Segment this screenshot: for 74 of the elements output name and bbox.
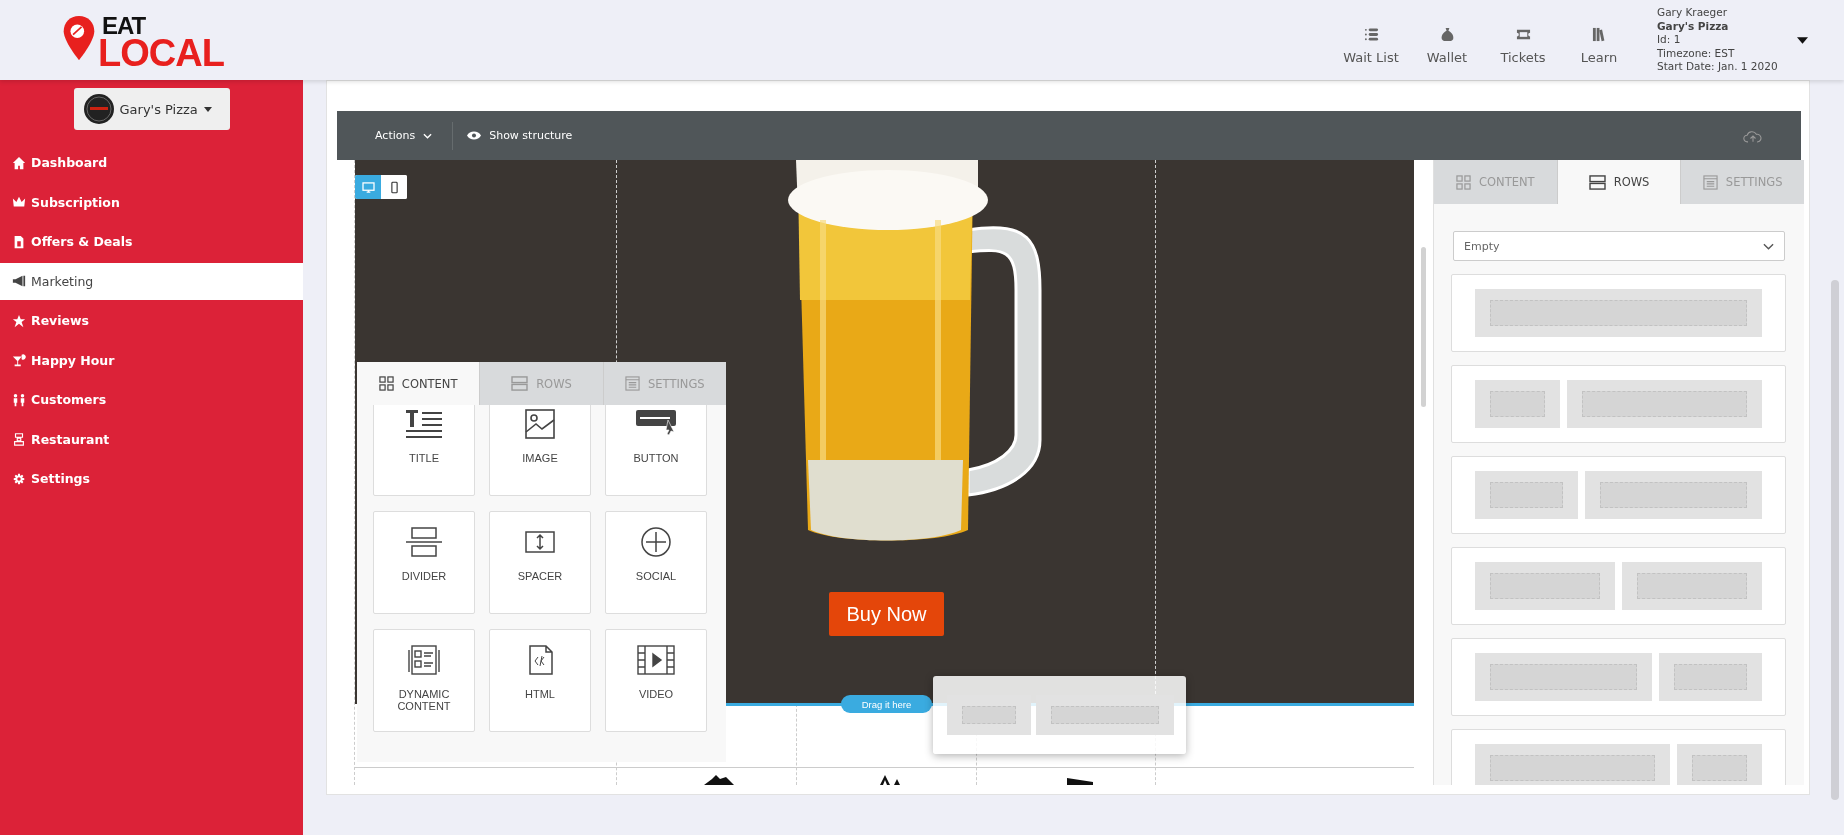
actions-menu[interactable]: Actions <box>363 129 445 142</box>
chevron-down-icon <box>1763 242 1774 250</box>
scrollbar-thumb[interactable] <box>1421 247 1426 407</box>
monitor-icon <box>361 181 375 193</box>
video-block-icon <box>636 644 676 676</box>
header-nav-link[interactable]: Learn <box>1561 27 1637 65</box>
sidebar-item[interactable]: Happy Hour <box>0 341 303 379</box>
sidebar-item[interactable]: Subscription <box>0 183 303 221</box>
list-icon <box>1363 27 1379 42</box>
header-nav-link[interactable]: Tickets <box>1485 27 1561 65</box>
map-pin-icon <box>62 14 96 62</box>
sidebar-item[interactable]: Customers <box>0 381 303 418</box>
rows-icon <box>511 376 529 391</box>
restaurant-switcher[interactable]: Gary's Pizza <box>73 88 230 130</box>
scrollbar-thumb[interactable] <box>1831 280 1839 800</box>
home-icon <box>12 155 26 170</box>
restaurant-avatar <box>83 94 114 124</box>
content-block[interactable]: SOCIAL <box>605 511 707 614</box>
account-business: Gary's Pizza <box>1657 19 1730 34</box>
account-timezone: Timezone: EST <box>1657 46 1736 61</box>
title-block-icon <box>404 408 444 440</box>
people-icon <box>12 392 26 407</box>
gear-icon <box>12 471 26 486</box>
rows-icon <box>1588 174 1606 190</box>
sidebar-item[interactable]: Reviews <box>0 302 303 339</box>
sidebar-item[interactable]: Offers & Deals <box>0 223 303 260</box>
star-icon <box>12 313 26 328</box>
phone-icon <box>390 180 398 194</box>
file-icon <box>12 234 26 249</box>
row-layout-card[interactable] <box>1451 729 1786 785</box>
account-id: Id: 1 <box>1657 33 1682 47</box>
content-block[interactable]: TITLE <box>373 405 475 496</box>
row-layout-card[interactable] <box>1451 365 1786 443</box>
header-nav-link[interactable]: Wait List <box>1333 27 1409 65</box>
grid-icon <box>1456 174 1472 190</box>
desktop-view-button[interactable] <box>355 175 381 199</box>
content-block[interactable]: HTML <box>489 629 591 732</box>
row-layout-card[interactable] <box>1451 456 1786 534</box>
caret-icon <box>203 106 212 112</box>
sidebar-item[interactable]: Marketing <box>0 262 303 300</box>
grid-icon <box>378 376 394 391</box>
header-nav-link[interactable]: Wallet <box>1409 27 1485 65</box>
cut-off-icon <box>704 775 734 785</box>
document-icon <box>1702 174 1718 190</box>
content-block[interactable]: DIVIDER <box>373 511 475 614</box>
content-block[interactable]: VIDEO <box>605 629 707 732</box>
ticket-icon <box>1515 27 1531 42</box>
megaphone-icon <box>12 274 26 288</box>
caret-icon[interactable] <box>1797 36 1808 44</box>
content-block[interactable]: SPACER <box>489 511 591 614</box>
buy-now-button[interactable]: Buy Now <box>829 592 944 636</box>
row-layout-card[interactable] <box>1451 547 1786 625</box>
books-icon <box>1591 27 1607 42</box>
cocktail-icon <box>12 353 26 367</box>
content-block[interactable]: IMAGE <box>489 405 591 496</box>
eye-icon <box>467 131 482 140</box>
sidebar-item[interactable]: Restaurant <box>0 420 303 458</box>
content-block[interactable]: BUTTON <box>605 405 707 496</box>
content-block[interactable]: DYNAMIC CONTENT <box>373 629 475 732</box>
row-layout-card[interactable] <box>1451 638 1786 716</box>
account-name: Gary Kraeger <box>1657 6 1728 20</box>
row-layout-card[interactable] <box>1451 274 1786 352</box>
sidebar-item[interactable]: Dashboard <box>0 144 303 181</box>
rows-filter-dropdown[interactable]: Empty <box>1453 231 1785 261</box>
divider-block-icon <box>404 526 444 558</box>
document-icon <box>625 376 640 391</box>
cloud-upload-icon[interactable] <box>1743 128 1763 143</box>
crown-icon <box>12 195 26 209</box>
chevron-down-icon <box>423 132 433 139</box>
money-bag-icon <box>1439 27 1455 42</box>
drop-hint: Drag it here <box>841 695 932 713</box>
account-start-date: Start Date: Jan. 1 2020 <box>1657 60 1779 74</box>
show-structure-button[interactable]: Show structure <box>455 129 585 142</box>
sidebar-item[interactable]: Settings <box>0 460 303 497</box>
